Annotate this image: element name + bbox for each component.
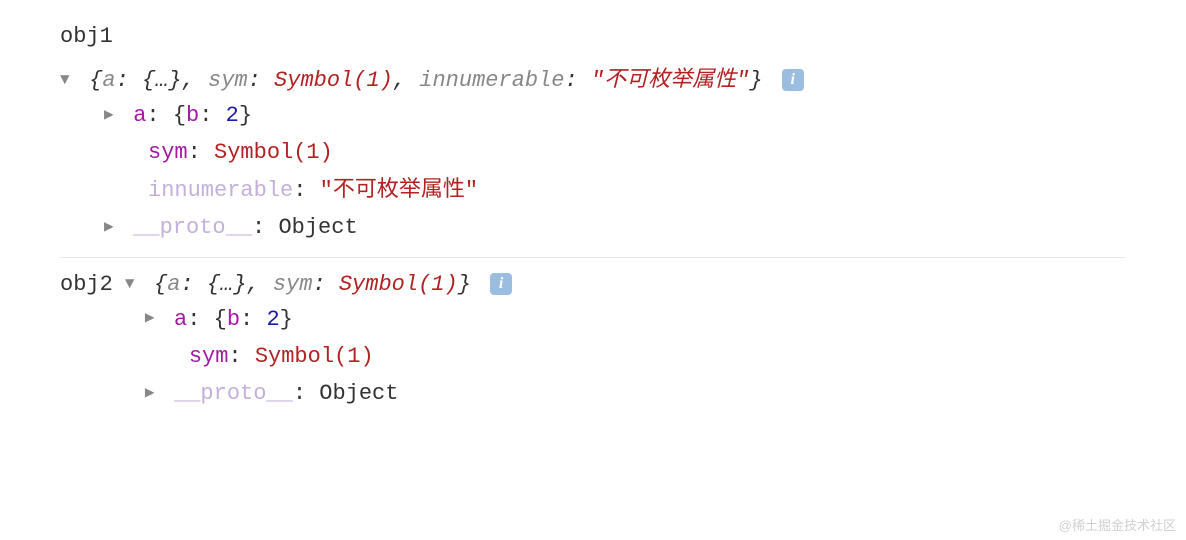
obj2-prop-proto: ▶ __proto__: Object: [145, 375, 1126, 412]
var-label-obj2: obj2: [60, 272, 113, 297]
obj1-prop-sym: sym: Symbol(1): [104, 134, 1126, 171]
prop-val: Symbol(1): [214, 140, 333, 165]
prop-key[interactable]: a: [133, 103, 146, 128]
prop-val: "不可枚举属性": [320, 178, 478, 203]
prop-val: Object: [278, 215, 357, 240]
expand-arrow-down-icon[interactable]: ▼: [60, 71, 76, 89]
prop-val: Object: [319, 381, 398, 406]
obj2-summary-row: ▼ {a: {…}, sym: Symbol(1)} i: [125, 268, 1126, 301]
nested-val: 2: [266, 307, 279, 332]
watermark: @稀土掘金技术社区: [1059, 515, 1176, 534]
nested-key: b: [186, 103, 199, 128]
expand-arrow-right-icon[interactable]: ▶: [104, 102, 120, 129]
prop-key[interactable]: innumerable: [148, 178, 293, 203]
obj1-prop-a: ▶ a: {b: 2}: [104, 97, 1126, 134]
nested-key: b: [227, 307, 240, 332]
expand-arrow-right-icon[interactable]: ▶: [145, 305, 161, 332]
console-entry-obj1: obj1 ▼ {a: {…}, sym: Symbol(1), innumera…: [60, 20, 1126, 258]
var-label-obj1: obj1: [60, 20, 1126, 53]
prop-key[interactable]: sym: [148, 140, 188, 165]
expand-arrow-right-icon[interactable]: ▶: [104, 214, 120, 241]
info-icon[interactable]: i: [490, 273, 512, 295]
expand-arrow-down-icon[interactable]: ▼: [125, 275, 141, 293]
console-entry-obj2: obj2 ▼ {a: {…}, sym: Symbol(1)} i ▶ a: {…: [60, 268, 1126, 413]
obj1-summary[interactable]: {a: {…}, sym: Symbol(1), innumerable: "不…: [89, 68, 762, 93]
prop-val: Symbol(1): [255, 344, 374, 369]
obj1-expanded-props: ▶ a: {b: 2} sym: Symbol(1) innumerable: …: [60, 97, 1126, 247]
obj2-expanded-props: ▶ a: {b: 2} sym: Symbol(1) ▶ __proto__: …: [125, 301, 1126, 413]
info-icon[interactable]: i: [782, 69, 804, 91]
obj2-prop-a: ▶ a: {b: 2}: [145, 301, 1126, 338]
obj1-prop-innumerable: innumerable: "不可枚举属性": [104, 172, 1126, 209]
prop-key[interactable]: a: [174, 307, 187, 332]
prop-key[interactable]: __proto__: [174, 381, 293, 406]
expand-arrow-right-icon[interactable]: ▶: [145, 380, 161, 407]
nested-val: 2: [226, 103, 239, 128]
obj2-summary[interactable]: {a: {…}, sym: Symbol(1)}: [154, 272, 471, 297]
prop-key[interactable]: sym: [189, 344, 229, 369]
obj1-summary-row: ▼ {a: {…}, sym: Symbol(1), innumerable: …: [60, 57, 1126, 97]
obj2-prop-sym: sym: Symbol(1): [145, 338, 1126, 375]
prop-key[interactable]: __proto__: [133, 215, 252, 240]
obj1-prop-proto: ▶ __proto__: Object: [104, 209, 1126, 246]
